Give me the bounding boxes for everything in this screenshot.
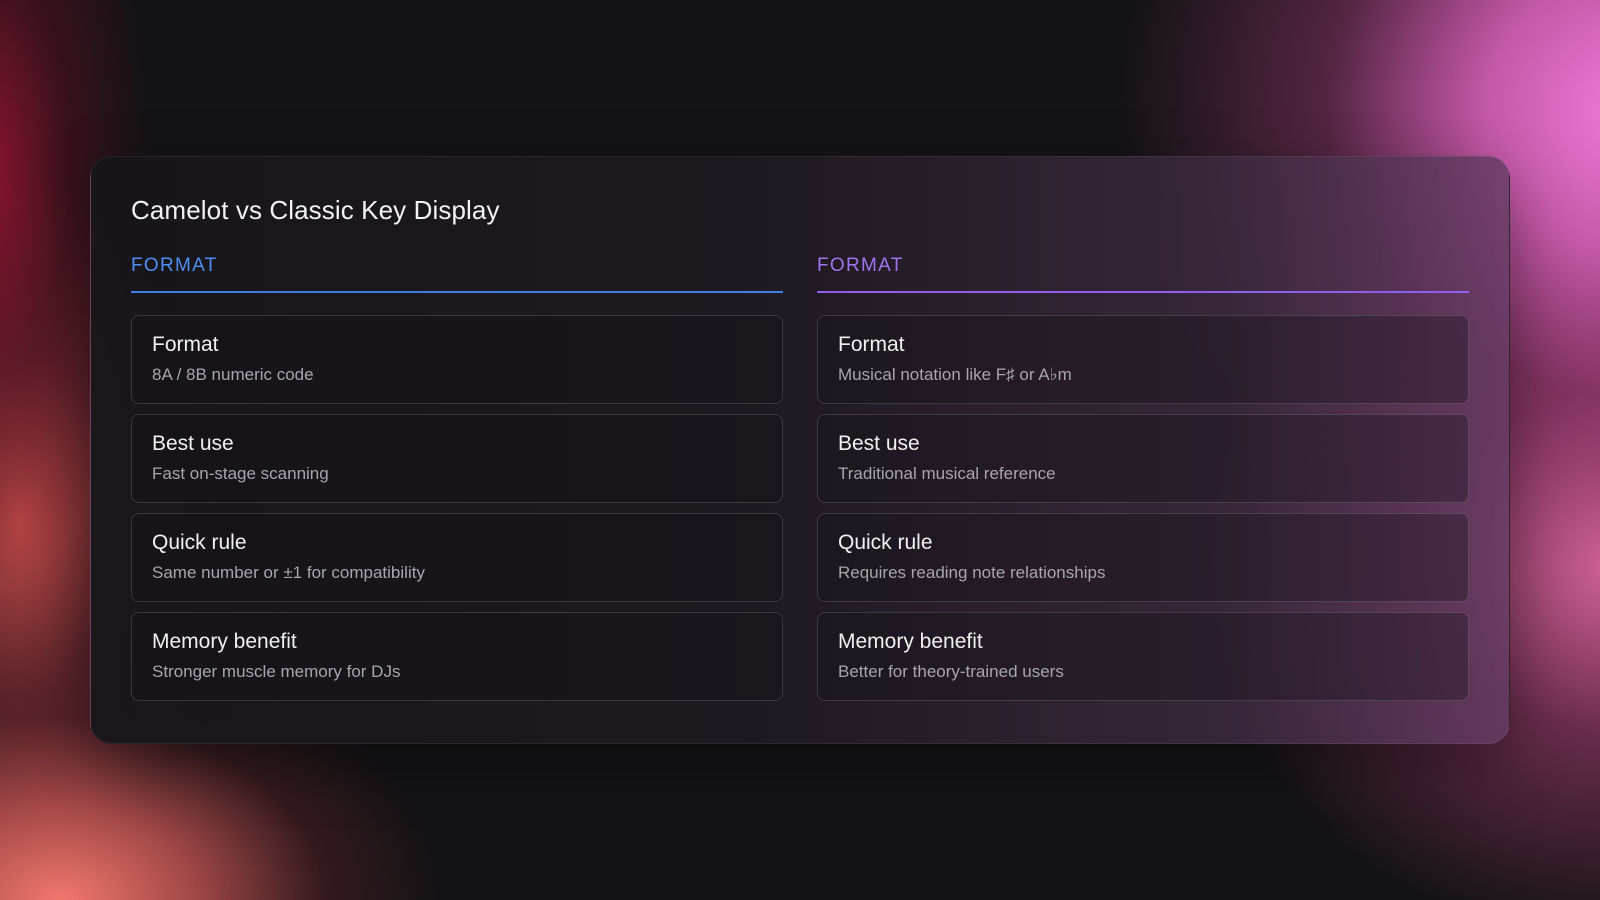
row-value: 8A / 8B numeric code [152,365,314,384]
row-memory-benefit: Memory benefit Stronger muscle memory fo… [131,612,783,701]
row-quick-rule: Quick rule Same number or ±1 for compati… [131,513,783,602]
row-label: Memory benefit [152,630,297,653]
row-best-use: Best use Traditional musical reference [817,414,1469,503]
row-value: Musical notation like F♯ or A♭m [838,365,1072,384]
row-list: Format 8A / 8B numeric code Best use Fas… [131,315,783,701]
card-title: Camelot vs Classic Key Display [131,195,500,225]
row-quick-rule: Quick rule Requires reading note relatio… [817,513,1469,602]
row-format: Format 8A / 8B numeric code [131,315,783,404]
row-value: Requires reading note relationships [838,563,1106,582]
row-memory-benefit: Memory benefit Better for theory-trained… [817,612,1469,701]
column-classic: FORMAT Format Musical notation like F♯ o… [817,253,1469,711]
row-best-use: Best use Fast on-stage scanning [131,414,783,503]
row-list: Format Musical notation like F♯ or A♭m B… [817,315,1469,701]
row-label: Quick rule [838,531,933,554]
row-value: Fast on-stage scanning [152,464,329,483]
comparison-card: Camelot vs Classic Key Display FORMAT Fo… [90,156,1510,744]
row-label: Quick rule [152,531,247,554]
row-label: Format [152,333,219,356]
row-label: Format [838,333,905,356]
column-header: FORMAT [131,253,783,293]
row-label: Best use [838,432,920,455]
row-label: Best use [152,432,234,455]
row-value: Better for theory-trained users [838,662,1064,681]
row-label: Memory benefit [838,630,983,653]
column-header: FORMAT [817,253,1469,293]
row-value: Stronger muscle memory for DJs [152,662,401,681]
column-camelot: FORMAT Format 8A / 8B numeric code Best … [131,253,783,711]
row-format: Format Musical notation like F♯ or A♭m [817,315,1469,404]
row-value: Same number or ±1 for compatibility [152,563,425,582]
row-value: Traditional musical reference [838,464,1056,483]
